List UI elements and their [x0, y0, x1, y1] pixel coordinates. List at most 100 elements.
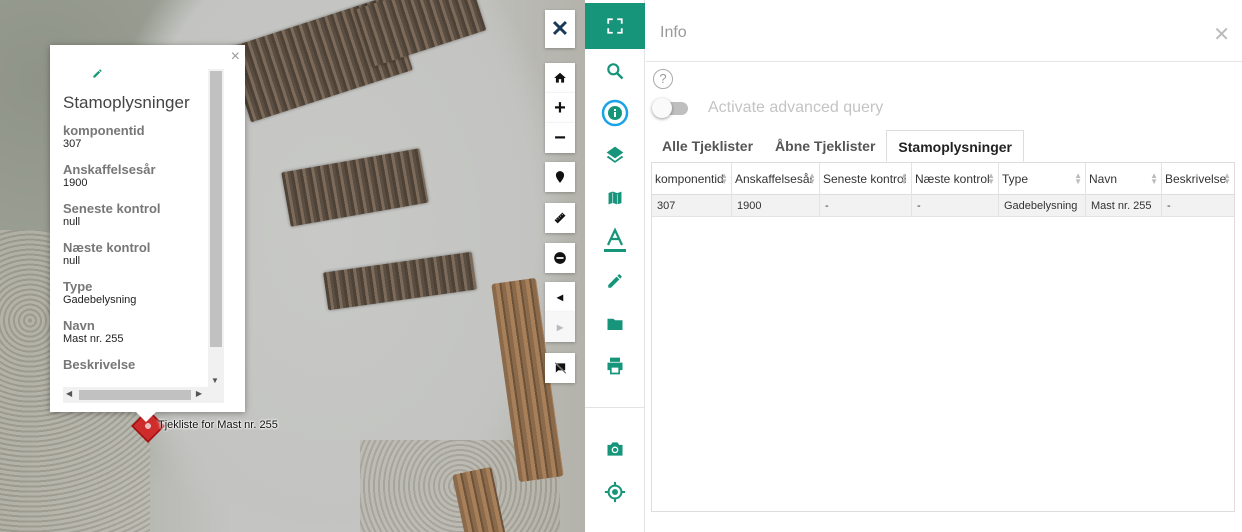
zoom-in-icon: +: [554, 96, 566, 119]
map-button[interactable]: [585, 183, 645, 213]
toggle-popups-button[interactable]: [545, 353, 575, 383]
table-cell: 307: [652, 195, 732, 217]
column-header[interactable]: komponentid ▲ ▼: [652, 163, 732, 195]
sort-icon[interactable]: ▲ ▼: [1074, 172, 1082, 186]
sort-icon[interactable]: ▲ ▼: [720, 172, 728, 186]
close-map-tools-button[interactable]: ✕: [545, 10, 575, 48]
chevron-left-icon: ◂: [556, 290, 564, 304]
tab-stamoplysninger[interactable]: Stamoplysninger: [886, 130, 1025, 162]
zoom-out-icon: −: [554, 126, 566, 149]
field-label: Type: [63, 279, 93, 294]
ruler-icon: [553, 211, 567, 225]
fullscreen-button[interactable]: [585, 3, 645, 49]
info-panel: Info ✕ ? Activate advanced query Alle Tj…: [646, 0, 1242, 532]
column-header[interactable]: Type ▲ ▼: [999, 163, 1086, 195]
popup-title: Stamoplysninger: [63, 93, 190, 112]
home-button[interactable]: [545, 63, 575, 93]
home-icon: [554, 72, 566, 83]
map-pin-icon: [555, 171, 565, 183]
table-cell: 1900: [732, 195, 820, 217]
camera-icon: [607, 442, 623, 456]
column-header[interactable]: Næste kontrol ▲ ▼: [912, 163, 999, 195]
zoom-in-button[interactable]: +: [545, 93, 575, 123]
tab-alle-tjeklister[interactable]: Alle Tjeklister: [651, 130, 764, 162]
scroll-down-icon[interactable]: ▼: [211, 376, 219, 385]
pencil-icon[interactable]: [92, 67, 103, 82]
field-label: Anskaffelsesår: [63, 162, 156, 177]
scrollbar-thumb[interactable]: [210, 71, 222, 347]
map-icon: [607, 190, 623, 206]
clear-button[interactable]: [545, 243, 575, 273]
place-marker-button[interactable]: [545, 162, 575, 192]
sort-icon[interactable]: ▲ ▼: [900, 172, 908, 186]
column-header-label: Næste kontrol: [915, 172, 990, 186]
field-value: 307: [63, 138, 82, 150]
sort-icon[interactable]: ▲ ▼: [1150, 172, 1158, 186]
close-icon: ✕: [550, 16, 570, 41]
column-header-label: Seneste kontrol: [823, 172, 907, 186]
column-header-label: Beskrivelse: [1165, 172, 1227, 186]
chevron-right-icon: ▸: [556, 320, 564, 334]
table-cell: -: [912, 195, 999, 217]
screenshot-button[interactable]: [585, 434, 645, 464]
sidebar: [585, 0, 645, 532]
marker-label: Tjekliste for Mast nr. 255: [158, 419, 278, 431]
column-header[interactable]: Anskaffelsesår ▲ ▼: [732, 163, 820, 195]
map-feature: [323, 251, 477, 311]
field-label: Beskrivelse: [63, 357, 136, 372]
locate-button[interactable]: [585, 477, 645, 507]
field-value: null: [63, 255, 81, 267]
table-cell: Mast nr. 255: [1086, 195, 1162, 217]
map-feature: [281, 148, 429, 227]
scrollbar-thumb[interactable]: [79, 390, 191, 400]
field-value: Gadebelysning: [63, 294, 137, 306]
field-value: 1900: [63, 177, 88, 189]
toggle-knob: [652, 98, 672, 118]
zoom-out-button[interactable]: −: [545, 123, 575, 153]
close-icon[interactable]: ✕: [1213, 22, 1230, 47]
table-cell: -: [820, 195, 912, 217]
result-table: komponentid ▲ ▼ Anskaffelsesår ▲ ▼ Seneste k…: [651, 162, 1235, 512]
feature-popup: × Stamoplysninger komponentid 307 Anskaf…: [50, 45, 245, 422]
result-tabs: Alle Tjeklister Åbne Tjeklister Stamoply…: [651, 130, 1025, 162]
info-button[interactable]: [585, 98, 645, 128]
table-row[interactable]: 307 1900 - - Gadebelysning Mast nr. 255 …: [652, 195, 1234, 217]
previous-extent-button[interactable]: ◂: [545, 282, 575, 312]
column-header[interactable]: Beskrivelse ▲ ▼: [1162, 163, 1234, 195]
popup-vertical-scrollbar[interactable]: ▼: [208, 69, 224, 387]
tab-abne-tjeklister[interactable]: Åbne Tjeklister: [764, 130, 886, 162]
table-header: komponentid ▲ ▼ Anskaffelsesår ▲ ▼ Seneste k…: [652, 163, 1234, 195]
popup-close-icon[interactable]: ×: [231, 48, 240, 66]
scroll-right-icon[interactable]: ▶: [196, 389, 202, 398]
measure-button[interactable]: [545, 203, 575, 233]
sort-icon[interactable]: ▲ ▼: [808, 172, 816, 186]
scroll-left-icon[interactable]: ◀: [66, 389, 72, 398]
field-value: Mast nr. 255: [63, 333, 124, 345]
column-header-label: komponentid: [655, 172, 724, 186]
folder-button[interactable]: [585, 309, 645, 339]
info-icon: [601, 99, 629, 127]
column-header[interactable]: Navn ▲ ▼: [1086, 163, 1162, 195]
text-button[interactable]: [585, 225, 645, 255]
info-header: Info ✕: [646, 3, 1242, 62]
help-icon[interactable]: ?: [653, 69, 673, 89]
text-icon: [604, 227, 626, 252]
fullscreen-icon: [607, 18, 623, 34]
sidebar-divider: [585, 407, 645, 408]
search-button[interactable]: [585, 56, 645, 86]
sort-icon[interactable]: ▲ ▼: [987, 172, 995, 186]
column-header[interactable]: Seneste kontrol ▲ ▼: [820, 163, 912, 195]
field-label: komponentid: [63, 123, 145, 138]
field-label: Næste kontrol: [63, 240, 151, 255]
map-view[interactable]: Tjekliste for Mast nr. 255 × Stamoplysni…: [0, 0, 585, 532]
popup-horizontal-scrollbar[interactable]: ◀ ▶: [63, 387, 224, 403]
next-extent-button[interactable]: ▸: [545, 312, 575, 342]
column-header-label: Type: [1002, 172, 1029, 186]
print-button[interactable]: [585, 351, 645, 381]
draw-button[interactable]: [585, 266, 645, 296]
column-header-label: Anskaffelsesår: [735, 172, 814, 186]
sort-icon[interactable]: ▲ ▼: [1223, 172, 1231, 186]
advanced-query-label: Activate advanced query: [708, 99, 884, 116]
layers-button[interactable]: [585, 140, 645, 170]
advanced-query-toggle[interactable]: [652, 98, 690, 118]
